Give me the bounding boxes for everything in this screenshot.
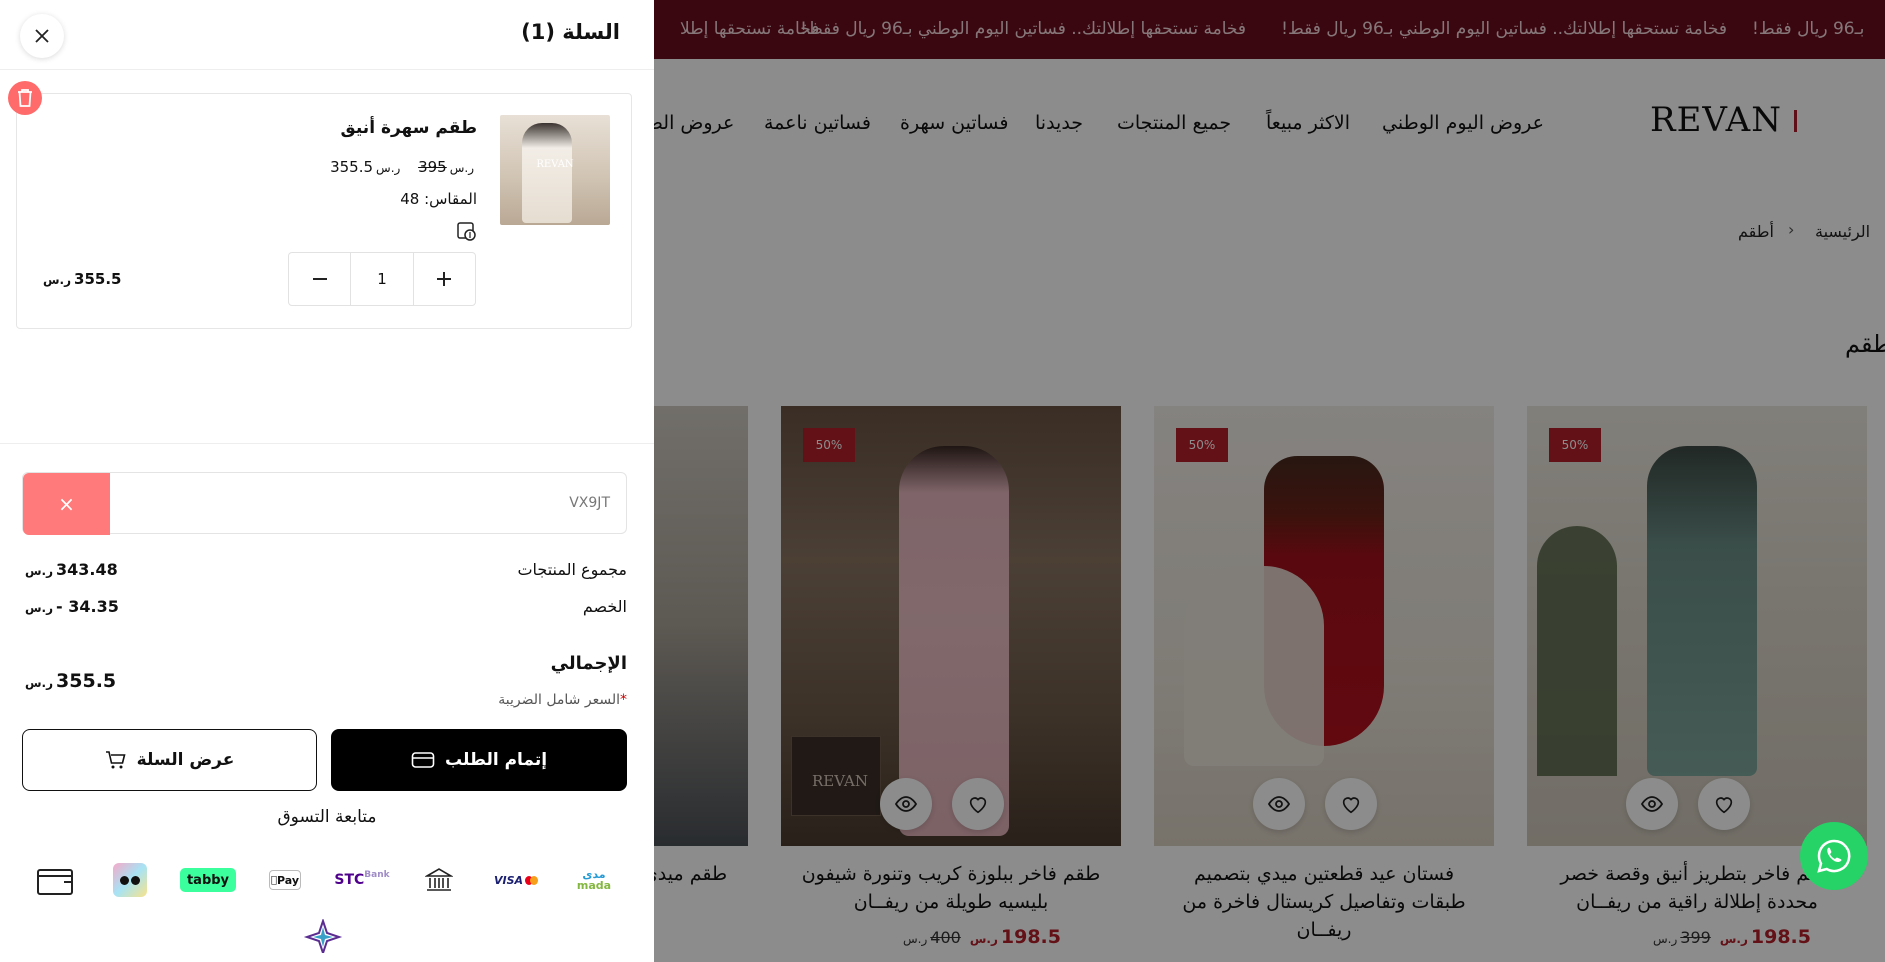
store-page: فخامة تستحقها إطلا فخامة تستحقها إطلالتك… bbox=[0, 0, 1885, 962]
tabby-text: tabby bbox=[186, 872, 230, 888]
subtotal-label: مجموع المنتجات bbox=[517, 560, 627, 579]
quantity-value[interactable]: 1 bbox=[350, 253, 414, 305]
minus-icon bbox=[312, 278, 327, 280]
total-label: الإجمالي bbox=[550, 653, 627, 674]
bank-transfer-icon bbox=[424, 862, 454, 898]
emkan-logo bbox=[300, 918, 346, 954]
item-old-price: 395 bbox=[418, 158, 447, 176]
cart-drawer: السلة (1) REVAN طقم سهرة أنيق ر.س395 ر.س… bbox=[0, 0, 654, 962]
apple-pay-text: Pay bbox=[273, 873, 299, 887]
tamara-logo bbox=[113, 863, 147, 897]
whatsapp-button[interactable] bbox=[1800, 822, 1868, 890]
remove-item-button[interactable] bbox=[8, 81, 42, 115]
mada-logo: مدى mada bbox=[568, 862, 620, 898]
price-tag-icon bbox=[457, 222, 476, 241]
discount-label: الخصم bbox=[582, 597, 627, 616]
tabby-logo: tabby bbox=[180, 868, 236, 892]
apple-pay-logo: Pay bbox=[269, 870, 301, 890]
item-total-value: 355.5 bbox=[74, 270, 122, 288]
cart-title: السلة (1) bbox=[521, 20, 620, 44]
divider bbox=[0, 443, 654, 444]
coupon-code[interactable]: VX9JT bbox=[569, 495, 610, 511]
view-cart-button[interactable]: عرض السلة bbox=[22, 729, 317, 791]
checkout-button[interactable]: إتمام الطلب bbox=[331, 729, 627, 791]
discount-value: - 34.35 bbox=[56, 597, 119, 616]
quantity-stepper: 1 bbox=[288, 252, 476, 306]
decrease-quantity-button[interactable] bbox=[289, 253, 350, 305]
plus-icon bbox=[437, 272, 452, 286]
stc-bank-logo: STC Bank bbox=[332, 862, 392, 898]
checkout-label: إتمام الطلب bbox=[444, 750, 548, 770]
cart-icon bbox=[105, 751, 126, 769]
tax-note-text: السعر شامل الضريبة bbox=[498, 692, 620, 708]
continue-shopping-link[interactable]: متابعة التسوق bbox=[0, 807, 654, 827]
view-cart-label: عرض السلة bbox=[136, 750, 235, 770]
tax-note: *السعر شامل الضريبة bbox=[498, 692, 627, 708]
cart-header: السلة (1) bbox=[0, 0, 654, 70]
total-amount: 355.5 bbox=[56, 670, 117, 692]
coupon-field[interactable]: × VX9JT bbox=[22, 472, 627, 535]
close-cart-button[interactable] bbox=[20, 14, 64, 58]
mada-text: mada bbox=[576, 879, 612, 892]
clear-coupon-button[interactable]: × bbox=[23, 473, 110, 535]
required-star: * bbox=[620, 692, 627, 708]
close-icon bbox=[35, 29, 49, 43]
trash-icon bbox=[18, 89, 32, 107]
item-price: 355.5 bbox=[330, 158, 374, 176]
cart-item-name[interactable]: طقم سهرة أنيق bbox=[341, 118, 477, 138]
cart-item-price: ر.س395 ر.س355.5 bbox=[330, 158, 474, 176]
wallet-icon bbox=[36, 862, 74, 898]
subtotal-value: 343.48 bbox=[56, 560, 118, 579]
stc-text: STC bbox=[334, 872, 365, 888]
increase-quantity-button[interactable] bbox=[414, 253, 475, 305]
visa-text: VISA bbox=[494, 873, 524, 887]
stc-bank-text: Bank bbox=[364, 870, 390, 880]
whatsapp-icon bbox=[1817, 839, 1851, 873]
cart-item-size: المقاس: 48 bbox=[400, 190, 477, 208]
cart-item-image[interactable]: REVAN bbox=[500, 115, 610, 225]
visa-mastercard-logo: VISA bbox=[494, 862, 538, 898]
close-icon: × bbox=[58, 492, 75, 516]
thumb-watermark: REVAN bbox=[536, 159, 574, 170]
cart-item-total: ر.س 355.5 bbox=[43, 270, 122, 288]
credit-card-icon bbox=[411, 752, 435, 768]
total-value: ر.س 355.5 bbox=[25, 670, 117, 692]
